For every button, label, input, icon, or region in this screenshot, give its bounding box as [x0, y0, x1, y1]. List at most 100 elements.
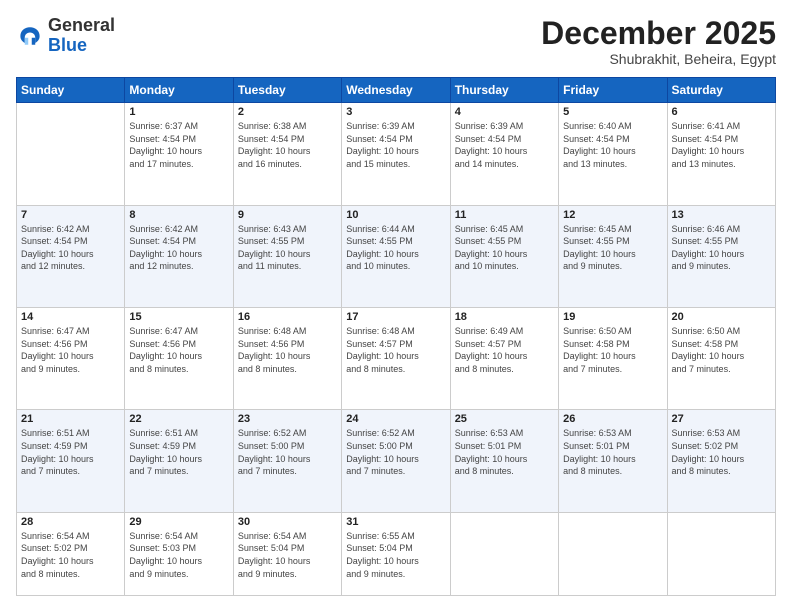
calendar-cell: 29 Sunrise: 6:54 AM Sunset: 5:03 PM Dayli… [125, 512, 233, 595]
calendar-cell: 17 Sunrise: 6:48 AM Sunset: 4:57 PM Dayli… [342, 308, 450, 410]
logo-general: General [48, 15, 115, 35]
day-number: 11 [455, 209, 554, 221]
calendar-cell: 31 Sunrise: 6:55 AM Sunset: 5:04 PM Dayli… [342, 512, 450, 595]
day-number: 24 [346, 413, 445, 425]
day-info: Sunrise: 6:43 AM Sunset: 4:55 PM Dayligh… [238, 223, 337, 273]
day-number: 28 [21, 516, 120, 528]
day-info: Sunrise: 6:39 AM Sunset: 4:54 PM Dayligh… [455, 120, 554, 170]
day-number: 8 [129, 209, 228, 221]
day-info: Sunrise: 6:39 AM Sunset: 4:54 PM Dayligh… [346, 120, 445, 170]
calendar-cell: 12 Sunrise: 6:45 AM Sunset: 4:55 PM Dayli… [559, 205, 667, 307]
day-info: Sunrise: 6:53 AM Sunset: 5:01 PM Dayligh… [563, 427, 662, 477]
weekday-header: Saturday [667, 78, 775, 103]
day-number: 31 [346, 516, 445, 528]
calendar-cell: 27 Sunrise: 6:53 AM Sunset: 5:02 PM Dayli… [667, 410, 775, 512]
day-number: 10 [346, 209, 445, 221]
day-info: Sunrise: 6:42 AM Sunset: 4:54 PM Dayligh… [129, 223, 228, 273]
day-info: Sunrise: 6:37 AM Sunset: 4:54 PM Dayligh… [129, 120, 228, 170]
day-number: 1 [129, 106, 228, 118]
day-number: 23 [238, 413, 337, 425]
day-info: Sunrise: 6:50 AM Sunset: 4:58 PM Dayligh… [672, 325, 771, 375]
calendar-table: SundayMondayTuesdayWednesdayThursdayFrid… [16, 77, 776, 596]
calendar-cell [17, 103, 125, 205]
day-info: Sunrise: 6:53 AM Sunset: 5:01 PM Dayligh… [455, 427, 554, 477]
calendar-cell: 2Sunrise: 6:38 AM Sunset: 4:54 PM Daylig… [233, 103, 341, 205]
logo-icon [16, 22, 44, 50]
day-info: Sunrise: 6:51 AM Sunset: 4:59 PM Dayligh… [129, 427, 228, 477]
calendar-cell: 3 Sunrise: 6:39 AM Sunset: 4:54 PM Daylig… [342, 103, 450, 205]
logo: General Blue [16, 16, 115, 56]
calendar-cell: 19 Sunrise: 6:50 AM Sunset: 4:58 PM Dayli… [559, 308, 667, 410]
month-title: December 2025 [541, 16, 776, 51]
calendar-cell: 20Sunrise: 6:50 AM Sunset: 4:58 PM Dayli… [667, 308, 775, 410]
day-number: 3 [346, 106, 445, 118]
day-info: Sunrise: 6:52 AM Sunset: 5:00 PM Dayligh… [346, 427, 445, 477]
day-number: 12 [563, 209, 662, 221]
day-info: Sunrise: 6:45 AM Sunset: 4:55 PM Dayligh… [455, 223, 554, 273]
calendar-cell: 7Sunrise: 6:42 AM Sunset: 4:54 PM Daylig… [17, 205, 125, 307]
day-info: Sunrise: 6:41 AM Sunset: 4:54 PM Dayligh… [672, 120, 771, 170]
day-number: 14 [21, 311, 120, 323]
day-info: Sunrise: 6:55 AM Sunset: 5:04 PM Dayligh… [346, 530, 445, 580]
day-number: 17 [346, 311, 445, 323]
calendar-cell: 26Sunrise: 6:53 AM Sunset: 5:01 PM Dayli… [559, 410, 667, 512]
calendar-cell: 13 Sunrise: 6:46 AM Sunset: 4:55 PM Dayli… [667, 205, 775, 307]
calendar-cell: 28 Sunrise: 6:54 AM Sunset: 5:02 PM Dayli… [17, 512, 125, 595]
calendar-cell: 22 Sunrise: 6:51 AM Sunset: 4:59 PM Dayli… [125, 410, 233, 512]
day-number: 5 [563, 106, 662, 118]
weekday-header: Tuesday [233, 78, 341, 103]
day-number: 27 [672, 413, 771, 425]
calendar-cell: 16 Sunrise: 6:48 AM Sunset: 4:56 PM Dayli… [233, 308, 341, 410]
weekday-header: Monday [125, 78, 233, 103]
day-number: 22 [129, 413, 228, 425]
calendar-cell: 24 Sunrise: 6:52 AM Sunset: 5:00 PM Dayli… [342, 410, 450, 512]
day-info: Sunrise: 6:38 AM Sunset: 4:54 PM Dayligh… [238, 120, 337, 170]
day-number: 29 [129, 516, 228, 528]
day-info: Sunrise: 6:53 AM Sunset: 5:02 PM Dayligh… [672, 427, 771, 477]
day-number: 13 [672, 209, 771, 221]
day-number: 15 [129, 311, 228, 323]
logo-text: General Blue [48, 16, 115, 56]
weekday-header: Friday [559, 78, 667, 103]
weekday-header: Thursday [450, 78, 558, 103]
day-number: 16 [238, 311, 337, 323]
weekday-header: Sunday [17, 78, 125, 103]
day-info: Sunrise: 6:54 AM Sunset: 5:02 PM Dayligh… [21, 530, 120, 580]
page: General Blue December 2025 Shubrakhit, B… [0, 0, 792, 612]
day-info: Sunrise: 6:48 AM Sunset: 4:57 PM Dayligh… [346, 325, 445, 375]
day-number: 19 [563, 311, 662, 323]
calendar-cell: 1 Sunrise: 6:37 AM Sunset: 4:54 PM Daylig… [125, 103, 233, 205]
calendar-cell: 4 Sunrise: 6:39 AM Sunset: 4:54 PM Daylig… [450, 103, 558, 205]
title-block: December 2025 Shubrakhit, Beheira, Egypt [541, 16, 776, 67]
calendar-cell: 15 Sunrise: 6:47 AM Sunset: 4:56 PM Dayli… [125, 308, 233, 410]
day-info: Sunrise: 6:50 AM Sunset: 4:58 PM Dayligh… [563, 325, 662, 375]
calendar-cell: 30 Sunrise: 6:54 AM Sunset: 5:04 PM Dayli… [233, 512, 341, 595]
day-number: 30 [238, 516, 337, 528]
calendar-cell: 5 Sunrise: 6:40 AM Sunset: 4:54 PM Daylig… [559, 103, 667, 205]
location: Shubrakhit, Beheira, Egypt [541, 51, 776, 67]
header: General Blue December 2025 Shubrakhit, B… [16, 16, 776, 67]
day-info: Sunrise: 6:54 AM Sunset: 5:04 PM Dayligh… [238, 530, 337, 580]
day-number: 4 [455, 106, 554, 118]
day-info: Sunrise: 6:40 AM Sunset: 4:54 PM Dayligh… [563, 120, 662, 170]
day-info: Sunrise: 6:47 AM Sunset: 4:56 PM Dayligh… [129, 325, 228, 375]
day-info: Sunrise: 6:46 AM Sunset: 4:55 PM Dayligh… [672, 223, 771, 273]
calendar-cell: 10 Sunrise: 6:44 AM Sunset: 4:55 PM Dayli… [342, 205, 450, 307]
calendar-cell: 23 Sunrise: 6:52 AM Sunset: 5:00 PM Dayli… [233, 410, 341, 512]
calendar-cell: 25Sunrise: 6:53 AM Sunset: 5:01 PM Dayli… [450, 410, 558, 512]
calendar-cell: 9 Sunrise: 6:43 AM Sunset: 4:55 PM Daylig… [233, 205, 341, 307]
day-info: Sunrise: 6:54 AM Sunset: 5:03 PM Dayligh… [129, 530, 228, 580]
day-info: Sunrise: 6:48 AM Sunset: 4:56 PM Dayligh… [238, 325, 337, 375]
day-number: 9 [238, 209, 337, 221]
calendar-cell: 21Sunrise: 6:51 AM Sunset: 4:59 PM Dayli… [17, 410, 125, 512]
day-info: Sunrise: 6:44 AM Sunset: 4:55 PM Dayligh… [346, 223, 445, 273]
day-number: 21 [21, 413, 120, 425]
calendar-cell [667, 512, 775, 595]
day-number: 18 [455, 311, 554, 323]
day-info: Sunrise: 6:45 AM Sunset: 4:55 PM Dayligh… [563, 223, 662, 273]
day-info: Sunrise: 6:52 AM Sunset: 5:00 PM Dayligh… [238, 427, 337, 477]
calendar-cell: 18Sunrise: 6:49 AM Sunset: 4:57 PM Dayli… [450, 308, 558, 410]
calendar-cell: 8 Sunrise: 6:42 AM Sunset: 4:54 PM Daylig… [125, 205, 233, 307]
day-number: 7 [21, 209, 120, 221]
calendar-cell: 14Sunrise: 6:47 AM Sunset: 4:56 PM Dayli… [17, 308, 125, 410]
